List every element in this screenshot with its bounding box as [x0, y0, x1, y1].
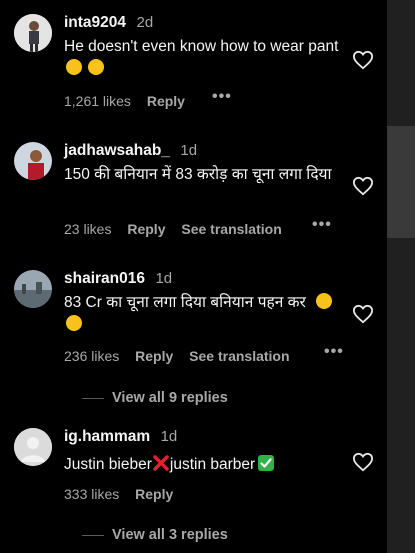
comment-text: Justin bieber justin barber	[64, 454, 340, 476]
view-replies-button[interactable]: View all 3 replies	[82, 527, 228, 543]
comment-header: shairan016 1d	[64, 270, 172, 288]
comment-text-body: He doesn't even know how to wear pant	[64, 38, 339, 55]
avatar[interactable]	[14, 270, 52, 308]
flushed-emoji-icon	[316, 293, 333, 309]
heart-outline-icon[interactable]	[352, 452, 374, 472]
comment-text-part: justin barber	[169, 456, 256, 473]
laughing-emoji-icon	[88, 59, 105, 75]
timestamp: 2d	[136, 14, 154, 31]
laughing-emoji-icon	[66, 59, 82, 75]
cross-mark-icon	[153, 455, 169, 471]
comment-actions: 236 likes Reply See translation	[64, 348, 302, 364]
likes-count[interactable]: 333 likes	[64, 486, 119, 502]
scrollbar-track[interactable]	[387, 0, 415, 553]
comment-header: ig.hammam 1d	[64, 428, 177, 446]
comment-actions: 333 likes Reply	[64, 486, 185, 502]
view-replies-label: View all 3 replies	[112, 527, 228, 543]
avatar[interactable]	[14, 142, 52, 180]
reply-button[interactable]: Reply	[147, 93, 185, 109]
username[interactable]: ig.hammam	[64, 428, 150, 445]
heart-outline-icon[interactable]	[352, 50, 374, 70]
reply-button[interactable]: Reply	[135, 348, 173, 364]
reply-button[interactable]: Reply	[135, 486, 173, 502]
comment-text: 83 Cr का चूना लगा दिया बनियान पहन कर	[64, 292, 340, 336]
ellipsis-icon[interactable]: •••	[324, 343, 344, 361]
see-translation-button[interactable]: See translation	[189, 348, 289, 364]
comment-text: 150 की बनियान में 83 करोड़ का चूना लगा द…	[64, 166, 332, 183]
view-replies-label: View all 9 replies	[112, 390, 228, 406]
likes-count[interactable]: 236 likes	[64, 348, 119, 364]
person-photo-avatar	[14, 14, 52, 52]
comment-text: He doesn't even know how to wear pant	[64, 36, 340, 80]
avatar[interactable]	[14, 428, 52, 466]
comment-actions: 23 likes Reply See translation	[64, 221, 294, 237]
default-user-avatar	[14, 428, 52, 466]
comment-header: jadhawsahab_ 1d	[64, 142, 197, 160]
comment-text-body: 83 Cr का चूना लगा दिया बनियान पहन कर	[64, 294, 306, 311]
view-replies-button[interactable]: View all 9 replies	[82, 390, 228, 406]
likes-count[interactable]: 23 likes	[64, 221, 111, 237]
check-mark-button-icon	[258, 455, 275, 471]
divider	[82, 397, 104, 399]
likes-count[interactable]: 1,261 likes	[64, 93, 131, 109]
username[interactable]: inta9204	[64, 14, 126, 31]
heart-outline-icon[interactable]	[352, 176, 374, 196]
landscape-photo-avatar	[14, 270, 52, 308]
ellipsis-icon[interactable]: •••	[312, 216, 332, 234]
comment-text-part: Justin bieber	[64, 456, 152, 473]
username[interactable]: shairan016	[64, 270, 145, 287]
timestamp: 1d	[180, 142, 198, 159]
username[interactable]: jadhawsahab_	[64, 142, 170, 159]
heart-outline-icon[interactable]	[352, 304, 374, 324]
timestamp: 1d	[160, 428, 178, 445]
avatar[interactable]	[14, 14, 52, 52]
see-translation-button[interactable]: See translation	[181, 221, 281, 237]
timestamp: 1d	[155, 270, 173, 287]
reply-button[interactable]: Reply	[127, 221, 165, 237]
comment-header: inta9204 2d	[64, 14, 153, 32]
astonished-emoji-icon	[66, 315, 82, 331]
comment-actions: 1,261 likes Reply	[64, 93, 197, 109]
person-photo-avatar	[14, 142, 52, 180]
scrollbar-thumb[interactable]	[387, 126, 415, 238]
divider	[82, 534, 104, 536]
ellipsis-icon[interactable]: •••	[212, 88, 232, 106]
